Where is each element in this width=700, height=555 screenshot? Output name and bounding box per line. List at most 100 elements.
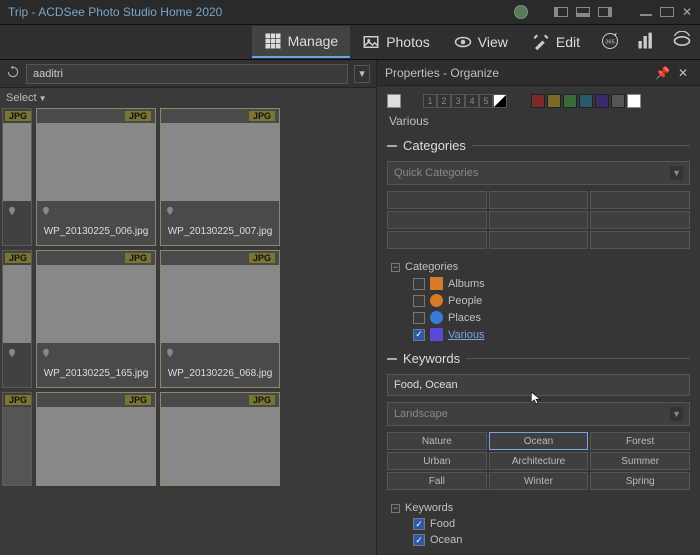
eye-icon xyxy=(454,33,472,51)
rating-boxes[interactable]: 1 2 3 4 5 xyxy=(423,94,507,108)
thumbnail-item[interactable]: JPG WP_20130226_068.jpg xyxy=(160,250,280,388)
geo-pin-icon xyxy=(165,347,175,362)
section-categories-header[interactable]: Categories xyxy=(387,138,690,153)
qc-slot[interactable] xyxy=(489,191,589,209)
color-swatch[interactable] xyxy=(563,94,577,108)
kw-button[interactable]: Summer xyxy=(590,452,690,470)
tree-item-albums[interactable]: Albums xyxy=(391,275,690,292)
path-input[interactable] xyxy=(26,64,348,84)
thumbnail-item[interactable]: JPG WP_20130225_165.jpg xyxy=(36,250,156,388)
user-avatar-icon[interactable] xyxy=(514,5,528,19)
color-labels[interactable] xyxy=(531,94,641,108)
tree-checkbox[interactable] xyxy=(413,534,425,546)
format-badge: JPG xyxy=(125,395,151,405)
qc-slot[interactable] xyxy=(489,231,589,249)
sync-button[interactable] xyxy=(664,27,700,58)
albums-icon xyxy=(430,277,443,290)
thumbnail-item[interactable]: JPG xyxy=(160,392,280,486)
tree-item-ocean[interactable]: Ocean xyxy=(391,532,690,548)
pin-icon[interactable]: 📌 xyxy=(651,66,674,80)
tree-item-places[interactable]: Places xyxy=(391,309,690,326)
mode-365-button[interactable]: 365 xyxy=(592,27,628,58)
color-swatch[interactable] xyxy=(531,94,545,108)
kw-button[interactable]: Architecture xyxy=(489,452,589,470)
tag-checkbox[interactable] xyxy=(387,94,401,108)
layout-right-icon[interactable] xyxy=(598,7,612,17)
bars-icon xyxy=(636,31,656,51)
kw-button[interactable]: Ocean xyxy=(489,432,589,450)
expand-icon[interactable]: − xyxy=(391,263,400,272)
tree-item-food[interactable]: Food xyxy=(391,516,690,532)
color-swatch[interactable] xyxy=(595,94,609,108)
kw-button[interactable]: Winter xyxy=(489,472,589,490)
keywords-grid: Nature Ocean Forest Urban Architecture S… xyxy=(387,432,690,490)
thumbnail-item[interactable]: JPG WP_20130225_006.jpg xyxy=(36,108,156,246)
qc-slot[interactable] xyxy=(387,211,487,229)
format-badge: JPG xyxy=(249,111,275,121)
panel-close-icon[interactable]: ✕ xyxy=(674,66,692,80)
color-swatch[interactable] xyxy=(611,94,625,108)
sync-eye-icon xyxy=(672,31,692,51)
layout-left-icon[interactable] xyxy=(554,7,568,17)
expand-icon[interactable]: − xyxy=(391,504,400,513)
geo-pin-icon xyxy=(165,205,175,220)
tree-checkbox[interactable] xyxy=(413,312,425,324)
tab-view[interactable]: View xyxy=(442,27,520,57)
thumbnail-item[interactable]: JPG xyxy=(36,392,156,486)
tree-checkbox[interactable] xyxy=(413,278,425,290)
thumbnail-partial[interactable]: JPG xyxy=(2,108,32,246)
kw-button[interactable]: Fall xyxy=(387,472,487,490)
tree-item-people[interactable]: People xyxy=(391,292,690,309)
thumbnail-partial[interactable]: JPG xyxy=(2,250,32,388)
dashboard-button[interactable] xyxy=(628,27,664,58)
qc-slot[interactable] xyxy=(387,191,487,209)
thumbnail-item[interactable]: JPG WP_20130225_007.jpg xyxy=(160,108,280,246)
qc-slot[interactable] xyxy=(590,191,690,209)
path-bar: ▾ xyxy=(0,60,376,88)
section-keywords-header[interactable]: Keywords xyxy=(387,351,690,366)
people-icon xyxy=(430,294,443,307)
quick-categories-dropdown[interactable]: Quick Categories ▼ xyxy=(387,161,690,185)
qc-slot[interactable] xyxy=(489,211,589,229)
color-swatch[interactable] xyxy=(627,94,641,108)
kw-button[interactable]: Spring xyxy=(590,472,690,490)
format-badge: JPG xyxy=(5,253,31,263)
tree-checkbox[interactable] xyxy=(413,295,425,307)
keywords-input[interactable]: Food, Ocean xyxy=(387,374,690,396)
color-swatch[interactable] xyxy=(579,94,593,108)
format-badge: JPG xyxy=(125,253,151,263)
chevron-down-icon: ▼ xyxy=(670,166,683,180)
kw-button[interactable]: Nature xyxy=(387,432,487,450)
qc-slot[interactable] xyxy=(387,231,487,249)
clear-rating-icon[interactable] xyxy=(493,94,507,108)
select-dropdown[interactable]: Select▼ xyxy=(0,88,376,108)
qc-slot[interactable] xyxy=(590,231,690,249)
various-icon xyxy=(430,328,443,341)
path-dropdown[interactable]: ▾ xyxy=(354,65,370,83)
thumb-image xyxy=(37,407,155,485)
tab-manage[interactable]: Manage xyxy=(252,26,351,58)
layout-bottom-icon[interactable] xyxy=(576,7,590,17)
tab-edit[interactable]: Edit xyxy=(520,27,592,57)
close-icon[interactable] xyxy=(682,5,692,19)
kw-button[interactable]: Forest xyxy=(590,432,690,450)
panel-header: Properties - Organize 📌 ✕ xyxy=(377,60,700,86)
maximize-icon[interactable] xyxy=(660,7,674,17)
kw-button[interactable]: Urban xyxy=(387,452,487,470)
qc-slot[interactable] xyxy=(590,211,690,229)
tree-root[interactable]: − Categories xyxy=(391,259,690,275)
refresh-button[interactable] xyxy=(6,65,20,82)
thumb-image xyxy=(37,265,155,343)
tab-photos[interactable]: Photos xyxy=(350,27,442,57)
format-badge: JPG xyxy=(125,111,151,121)
tree-root[interactable]: − Keywords xyxy=(391,500,690,516)
thumbnail-partial[interactable]: JPG xyxy=(2,392,32,486)
color-swatch[interactable] xyxy=(547,94,561,108)
tree-checkbox[interactable] xyxy=(413,518,425,530)
keywords-preset-dropdown[interactable]: Landscape ▼ xyxy=(387,402,690,426)
geo-pin-icon xyxy=(41,205,51,220)
minimize-icon[interactable] xyxy=(640,14,652,16)
rating-row: 1 2 3 4 5 xyxy=(387,94,690,108)
tree-checkbox[interactable] xyxy=(413,329,425,341)
tree-item-various[interactable]: Various xyxy=(391,326,690,343)
